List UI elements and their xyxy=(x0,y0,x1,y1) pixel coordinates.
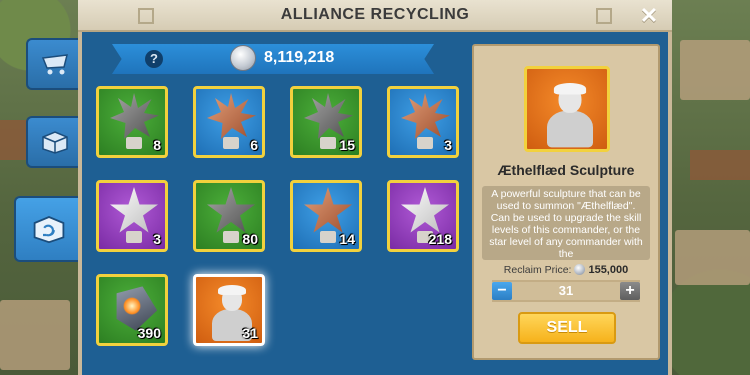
item-slot[interactable]: 3 xyxy=(387,86,459,158)
sculpture-base xyxy=(223,231,239,243)
sculpture-base xyxy=(417,137,433,149)
reclaim-price: Reclaim Price: 155,000 xyxy=(472,264,660,276)
sculpture-base xyxy=(320,231,336,243)
item-quantity: 15 xyxy=(339,137,355,153)
item-slot-selected[interactable]: 31 xyxy=(193,274,265,346)
resource-box-icon xyxy=(42,131,68,154)
item-quantity: 14 xyxy=(339,231,355,247)
resource-amount: 8,119,218 xyxy=(264,49,335,66)
sculpture-base xyxy=(126,137,142,149)
dark-spiky-star-sculpture-icon xyxy=(110,93,159,139)
commander-sculpture-icon xyxy=(547,83,593,148)
sculpture-base xyxy=(126,231,142,243)
silver-star-sculpture-icon xyxy=(110,187,158,233)
close-button[interactable]: ✕ xyxy=(638,5,660,27)
tab-shop[interactable] xyxy=(26,38,82,90)
silver-gem-icon xyxy=(574,264,586,275)
decrease-button[interactable]: − xyxy=(492,282,512,300)
backdrop-building xyxy=(675,230,750,285)
fire-glow-icon xyxy=(123,297,141,315)
item-slot[interactable]: 3 xyxy=(96,180,168,252)
sell-button[interactable]: SELL xyxy=(518,312,616,344)
help-icon[interactable]: ? xyxy=(145,50,163,68)
backdrop-building xyxy=(0,300,70,370)
window-title: ALLIANCE RECYCLING xyxy=(280,6,470,23)
item-slot[interactable]: 80 xyxy=(193,180,265,252)
item-description: A powerful sculpture that can be used to… xyxy=(489,188,643,260)
item-slot[interactable]: 218 xyxy=(387,180,459,252)
item-quantity: 3 xyxy=(444,137,452,153)
item-slot[interactable]: 390 xyxy=(96,274,168,346)
tab-recycling[interactable] xyxy=(14,196,82,262)
dark-star-sculpture-icon xyxy=(207,187,255,233)
bronze-spiky-star-sculpture-icon xyxy=(207,93,256,139)
reclaim-label: Reclaim Price: xyxy=(503,264,572,276)
item-quantity: 80 xyxy=(242,231,258,247)
title-ornament xyxy=(596,8,612,24)
silver-gem-icon xyxy=(230,45,256,71)
item-name: Æthelflæd Sculpture xyxy=(497,162,635,178)
item-quantity: 218 xyxy=(428,231,452,247)
item-quantity: 390 xyxy=(137,325,161,341)
title-bar: ALLIANCE RECYCLING ✕ xyxy=(78,0,672,32)
item-slot[interactable]: 14 xyxy=(290,180,362,252)
item-quantity: 8 xyxy=(153,137,161,153)
tab-resources[interactable] xyxy=(26,116,82,168)
bronze-spiky-star-sculpture-icon xyxy=(401,93,450,139)
backdrop-roof xyxy=(690,150,750,180)
quantity-input[interactable]: 31 xyxy=(512,282,620,300)
item-quantity: 31 xyxy=(242,325,258,341)
sculpture-base xyxy=(320,137,336,149)
dark-spiky-star-sculpture-icon xyxy=(304,93,353,139)
shop-cart-icon xyxy=(41,54,68,75)
item-quantity: 6 xyxy=(250,137,258,153)
item-slot[interactable]: 8 xyxy=(96,86,168,158)
item-portrait xyxy=(524,66,610,152)
recycle-box-icon xyxy=(33,216,65,244)
reclaim-amount: 155,000 xyxy=(588,264,629,276)
backdrop-building xyxy=(680,40,750,100)
title-ornament xyxy=(138,8,154,24)
bronze-star-sculpture-icon xyxy=(304,187,352,233)
quantity-stepper: − 31 + xyxy=(492,280,640,302)
item-slot[interactable]: 6 xyxy=(193,86,265,158)
silver-star-sculpture-icon xyxy=(401,187,449,233)
item-quantity: 3 xyxy=(153,231,161,247)
sculpture-base xyxy=(223,137,239,149)
increase-button[interactable]: + xyxy=(620,282,640,300)
item-slot[interactable]: 15 xyxy=(290,86,362,158)
item-description-box[interactable]: A powerful sculpture that can be used to… xyxy=(482,186,650,260)
